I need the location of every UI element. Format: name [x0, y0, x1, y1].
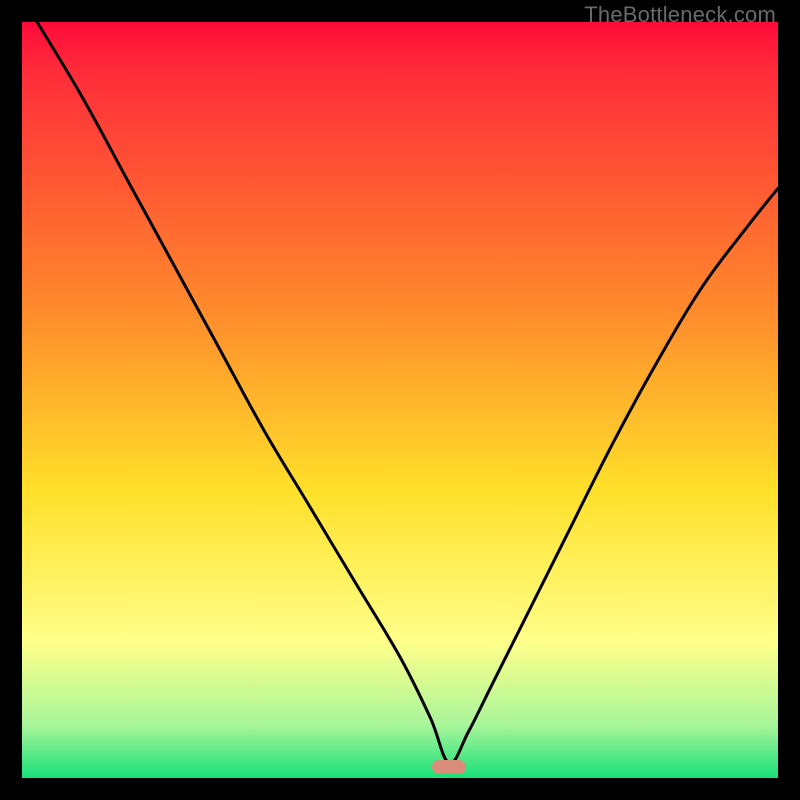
plot-area — [22, 22, 778, 778]
watermark-text: TheBottleneck.com — [584, 2, 776, 28]
bottleneck-curve — [22, 22, 778, 778]
minimum-marker — [432, 760, 466, 774]
chart-frame: TheBottleneck.com — [0, 0, 800, 800]
